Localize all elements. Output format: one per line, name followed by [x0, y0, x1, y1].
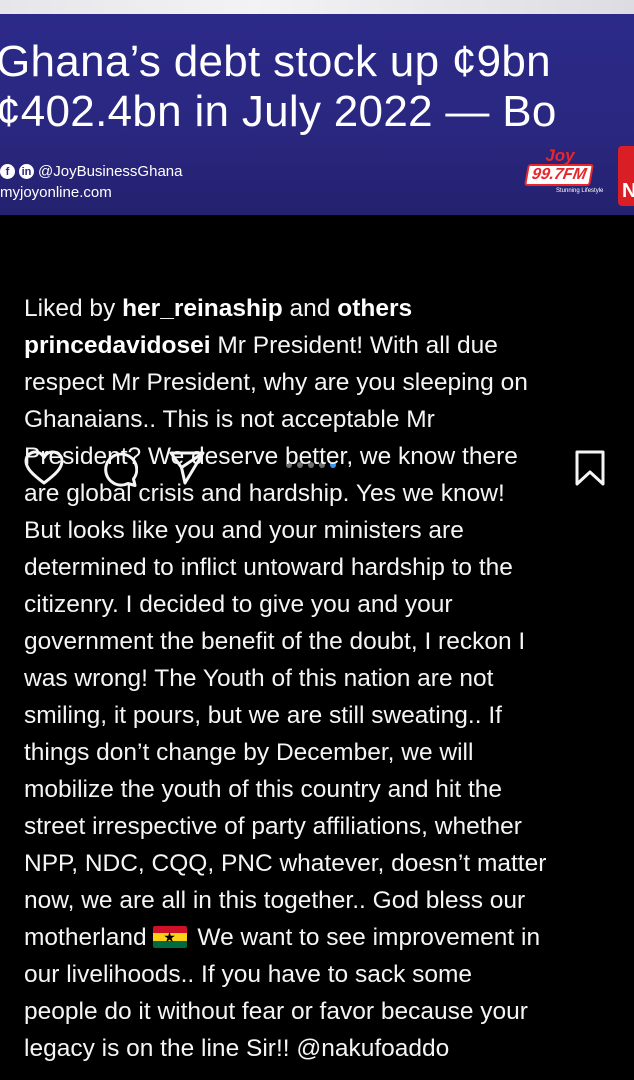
- caption-author-username[interactable]: princedavidosei: [24, 332, 211, 359]
- joy-fm-logo: Joy 99.7FM Stunning Lifestyle: [524, 146, 603, 198]
- likes-others-link[interactable]: others: [337, 295, 412, 322]
- caption-line: now, we are all in this together.. God b…: [24, 887, 526, 914]
- caption-line: are global crisis and hardship. Yes we k…: [24, 480, 505, 507]
- ghana-flag-icon: ★: [152, 926, 187, 948]
- caption-line: President? We deserve better, we know th…: [24, 443, 518, 470]
- caption-line: people do it without fear or favor becau…: [24, 998, 528, 1025]
- banner-headline-line1: Ghana’s debt stock up ¢9bn: [0, 37, 551, 86]
- facebook-icon: f: [0, 164, 15, 179]
- caption-line: citizenry. I decided to give you and you…: [24, 591, 453, 618]
- partial-logo-letter: N: [622, 180, 634, 202]
- caption-line: But looks like you and your ministers ar…: [24, 517, 464, 544]
- caption-text: motherland: [24, 924, 147, 951]
- caption-text: Mr President! With all due: [210, 332, 498, 359]
- caption-line: NPP, NDC, CQQ, PNC whatever, doesn’t mat…: [24, 850, 547, 877]
- caption-line: smiling, it pours, but we are still swea…: [24, 702, 502, 729]
- banner-headline-line2: ¢402.4bn in July 2022 — Bo: [0, 87, 557, 136]
- linkedin-icon: in: [19, 164, 34, 179]
- caption-line: was wrong! The Youth of this nation are …: [24, 665, 494, 692]
- caption-line: government the benefit of the doubt, I r…: [24, 628, 526, 655]
- likes-line: Liked by her_reinaship and others: [24, 290, 614, 327]
- caption-line: princedavidosei Mr President! With all d…: [24, 327, 614, 364]
- joy-logo-tagline: Stunning Lifestyle: [556, 188, 604, 194]
- joy-logo-fm: 99.7FM: [524, 164, 594, 186]
- caption-line: our livelihoods.. If you have to sack so…: [24, 961, 473, 988]
- liked-by-username[interactable]: her_reinaship: [122, 295, 283, 322]
- banner-social-row: f in @JoyBusinessGhana: [0, 163, 182, 180]
- caption-line: things don’t change by December, we will: [24, 739, 474, 766]
- likes-prefix: Liked by: [24, 295, 123, 322]
- banner-site-url: myjoyonline.com: [0, 184, 112, 201]
- post-image-banner[interactable]: Ghana’s debt stock up ¢9bn ¢402.4bn in J…: [0, 0, 634, 215]
- post-action-bar: [0, 215, 634, 487]
- caption-line-with-flag: motherland ★ We want to see improvement i…: [24, 919, 614, 956]
- caption-line: legacy is on the line Sir!! @nakufoaddo: [24, 1035, 450, 1062]
- likes-and: and: [282, 295, 338, 322]
- banner-social-handle: @JoyBusinessGhana: [38, 163, 183, 180]
- caption-line: Ghanaians.. This is not acceptable Mr: [24, 406, 435, 433]
- post-caption-block: Liked by her_reinaship and others prince…: [24, 290, 614, 1067]
- caption-line: respect Mr President, why are you sleepi…: [24, 369, 528, 396]
- caption-line: determined to inflict untoward hardship …: [24, 554, 513, 581]
- caption-line: mobilize the youth of this country and h…: [24, 776, 503, 803]
- caption-line: street irrespective of party affiliation…: [24, 813, 522, 840]
- joy-logo-text: Joy: [545, 146, 575, 165]
- caption-text: We want to see improvement in: [190, 924, 541, 951]
- banner-top-strip: [0, 0, 634, 14]
